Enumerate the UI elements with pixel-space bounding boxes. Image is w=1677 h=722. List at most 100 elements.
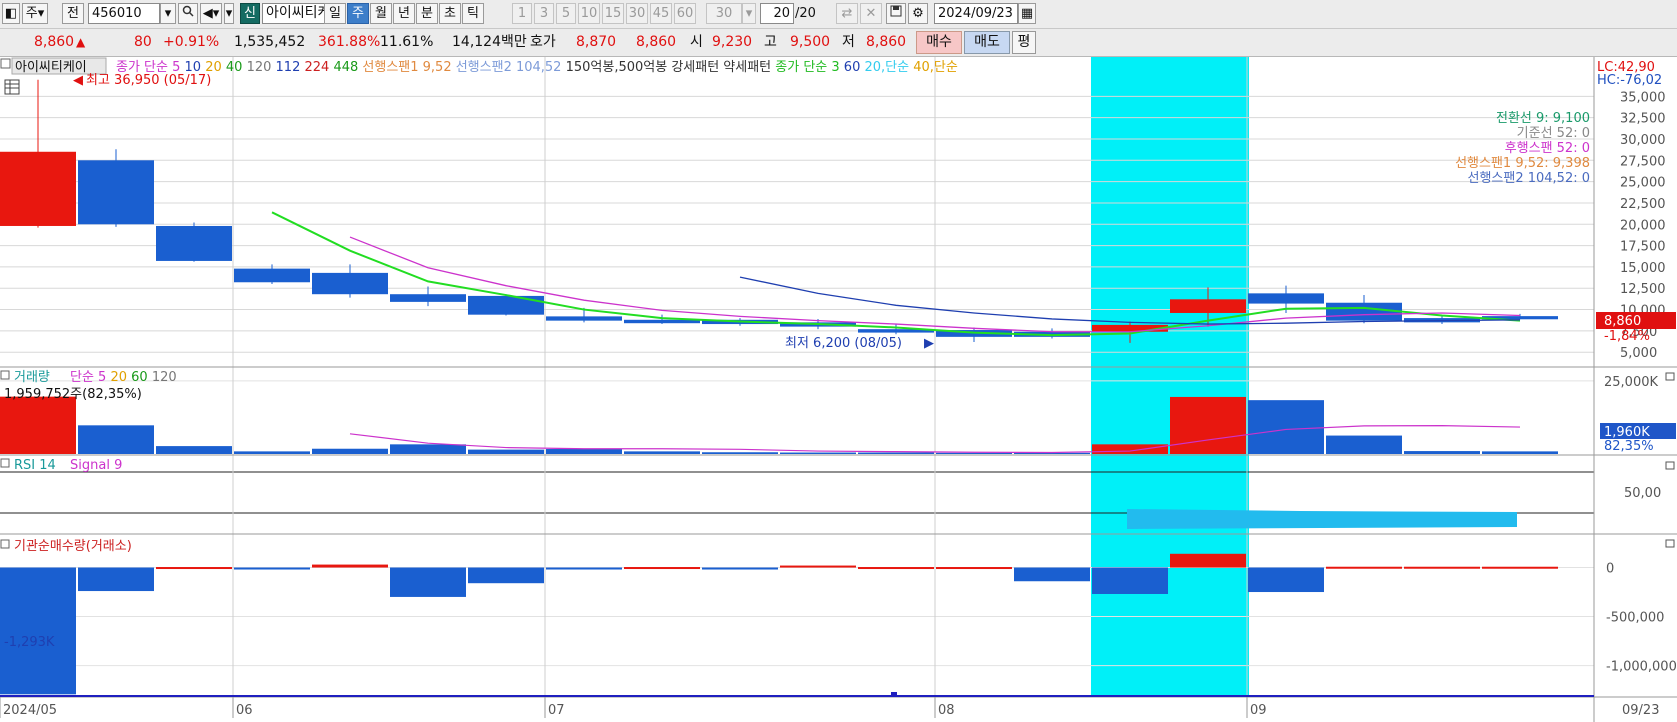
volume-legend-item: 60 xyxy=(127,370,148,385)
timeframe-tab-1[interactable]: 주 xyxy=(347,3,369,24)
candle-body xyxy=(546,316,622,321)
high-annotation-arrow: ◀ xyxy=(73,73,83,88)
prev-button[interactable]: 전 xyxy=(62,3,84,24)
volume-bar xyxy=(468,449,544,454)
speaker-dropdown-icon[interactable]: ▾ xyxy=(224,3,234,24)
minute-option-1[interactable]: 3 xyxy=(534,3,554,24)
volume-bar xyxy=(624,451,700,454)
screen-menu-icon[interactable]: ◧ xyxy=(2,3,20,24)
candle-body xyxy=(156,225,232,261)
chart-table-icon[interactable] xyxy=(4,79,20,95)
price-pane-toggle-icon[interactable] xyxy=(0,58,11,69)
low-annotation: 최저 6,200 (08/05) xyxy=(785,336,902,351)
minute-option-5[interactable]: 30 xyxy=(626,3,648,24)
stock-chart[interactable]: 35,000 32,500 30,000 27,500 25,000 22,500 20,0… xyxy=(0,57,1677,722)
x-axis-label: 06 xyxy=(236,703,253,718)
count-input[interactable]: 20 xyxy=(760,3,794,24)
eval-button[interactable]: 평 xyxy=(1012,31,1036,54)
trade-amount: 14,124백만 xyxy=(452,34,527,50)
candle-body xyxy=(1326,302,1402,321)
inst-value-label: -1,293K xyxy=(4,635,55,650)
stock-code-input[interactable]: 456010 xyxy=(88,3,160,24)
candle-body xyxy=(312,272,388,295)
volume-legend-item: 20 xyxy=(106,370,127,385)
price-legend-item: 150억봉,500억봉 강세패턴 xyxy=(561,60,719,75)
volume-pane-max-icon[interactable] xyxy=(1665,372,1675,381)
price-y-tick: 30,000 xyxy=(1620,133,1666,148)
search-icon[interactable] xyxy=(178,3,198,24)
inst-bar xyxy=(1248,567,1324,593)
minute-option-3[interactable]: 10 xyxy=(578,3,600,24)
timeframe-tab-5[interactable]: 초 xyxy=(439,3,461,24)
x-axis-label: 09 xyxy=(1250,703,1267,718)
minute-option-4[interactable]: 15 xyxy=(602,3,624,24)
volume-bar xyxy=(156,446,232,454)
price-legend-item: 선행스팬2 104,52 xyxy=(452,59,562,75)
price-y-tick: 20,000 xyxy=(1620,218,1666,233)
period-select[interactable]: 주▾ xyxy=(22,3,48,24)
volume-bar xyxy=(936,452,1012,454)
speaker-icon[interactable]: ◀︎▾ xyxy=(200,3,222,24)
price-y-tick: 17,500 xyxy=(1620,240,1666,255)
buy-button[interactable]: 매수 xyxy=(916,31,962,54)
volume-bar xyxy=(1482,451,1558,454)
inst-marker xyxy=(891,692,897,696)
ichimoku-value: 기준선 52: 0 xyxy=(1517,126,1590,141)
minute-select[interactable]: 30 xyxy=(706,3,742,24)
minute-option-7[interactable]: 60 xyxy=(674,3,696,24)
inst-bar xyxy=(624,567,700,570)
settings-gear-icon[interactable]: ⚙ xyxy=(908,3,928,24)
timeframe-tab-6[interactable]: 틱 xyxy=(462,3,484,24)
minute-dropdown-icon[interactable]: ▾ xyxy=(742,3,756,24)
sell-button[interactable]: 매도 xyxy=(964,31,1010,54)
inst-bar xyxy=(156,567,232,570)
volume-pane-toggle-icon[interactable] xyxy=(0,370,10,380)
timeframe-tab-3[interactable]: 년 xyxy=(393,3,415,24)
crosshair-icon[interactable]: ✕ xyxy=(860,3,882,24)
candle-body xyxy=(390,294,466,302)
x-axis-label: 2024/05 xyxy=(3,703,57,718)
volume-pane-title: 거래량 xyxy=(14,370,50,385)
calendar-icon[interactable]: ▦ xyxy=(1018,3,1036,24)
quote-bar: 8,860 ▲ 80 +0.91% 1,535,452 361.88% 11.6… xyxy=(0,29,1677,57)
candle-body xyxy=(1170,299,1246,313)
minute-option-6[interactable]: 45 xyxy=(650,3,672,24)
x-axis-label: 07 xyxy=(548,703,565,718)
compare-icon[interactable]: ⇄ xyxy=(836,3,858,24)
candle-body xyxy=(624,319,700,324)
inst-bar xyxy=(1092,567,1168,594)
price-y-tick: 35,000 xyxy=(1620,90,1666,105)
highlight-band xyxy=(1091,57,1249,697)
volume-pane-legend: 단순 5 20 60 120 xyxy=(70,370,177,385)
inst-pane-toggle-icon[interactable] xyxy=(0,539,10,549)
inst-bar xyxy=(1326,566,1402,569)
candle-body xyxy=(234,268,310,283)
inst-bar xyxy=(312,564,388,568)
rsi-pane-toggle-icon[interactable] xyxy=(0,458,10,468)
minute-option-2[interactable]: 5 xyxy=(556,3,576,24)
inst-bar xyxy=(1170,553,1246,568)
minute-option-0[interactable]: 1 xyxy=(512,3,532,24)
price-legend-item: 종가 단순 3 xyxy=(771,60,840,75)
rsi-pane-title: RSI 14 xyxy=(14,458,56,473)
date-input[interactable]: 2024/09/23 xyxy=(934,3,1018,24)
price-legend-item: 40 xyxy=(222,60,243,75)
save-icon[interactable] xyxy=(886,3,906,24)
volume-bar xyxy=(546,449,622,454)
inst-bar xyxy=(390,567,466,597)
count-total: /20 xyxy=(795,6,816,21)
volume-bar xyxy=(1092,444,1168,454)
inst-pane-max-icon[interactable] xyxy=(1665,539,1675,548)
inst-pane-title: 기관순매수량(거래소) xyxy=(14,539,132,554)
change-value: 80 xyxy=(134,34,152,50)
volume-ratio: 361.88% xyxy=(318,34,381,50)
timeframe-tab-0[interactable]: 일 xyxy=(324,3,346,24)
timeframe-tab-2[interactable]: 월 xyxy=(370,3,392,24)
price-legend-item: 120 xyxy=(242,60,271,75)
timeframe-tab-4[interactable]: 분 xyxy=(416,3,438,24)
code-dropdown-icon[interactable]: ▾ xyxy=(160,3,176,24)
rsi-pane-max-icon[interactable] xyxy=(1665,461,1675,470)
price-pane-legend: 종가 단순 5 10 20 40 120 112 224 448 선행스팬1 9… xyxy=(116,59,958,75)
inst-bar xyxy=(1482,566,1558,569)
chart-table-icon-lines xyxy=(5,80,19,94)
